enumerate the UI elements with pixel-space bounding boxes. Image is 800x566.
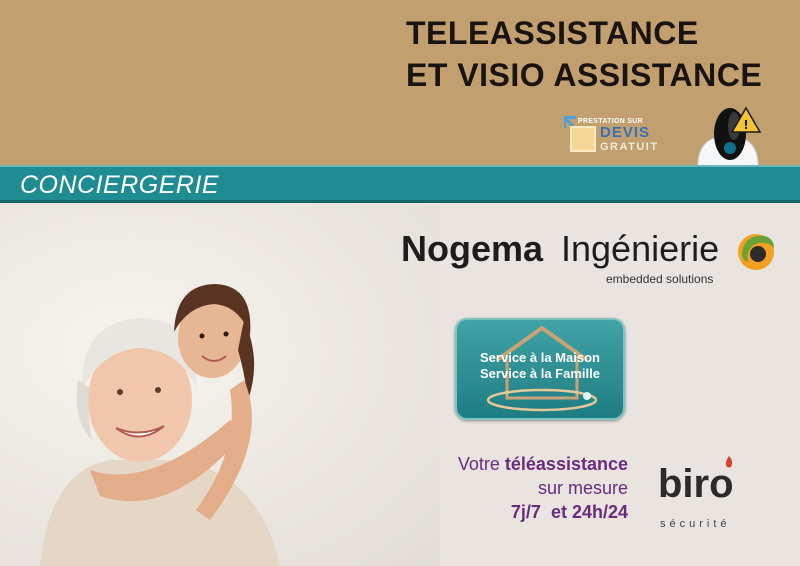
- promo-line-1: Votre téléassistance: [457, 454, 628, 474]
- flyer: TELEASSISTANCE ET VISIO ASSISTANCE PREST…: [0, 0, 800, 566]
- promo-line-2: sur mesure 7j/7 et 24h/24: [510, 478, 628, 522]
- grandmother-child-photo: [40, 284, 280, 566]
- flame-icon: [725, 456, 733, 468]
- title-line-2: ET VISIO ASSISTANCE: [406, 57, 763, 93]
- title-line-1: TELEASSISTANCE: [406, 15, 699, 51]
- section-band: CONCIERGERIE: [0, 165, 800, 203]
- nogema-tagline: embedded solutions: [606, 272, 714, 286]
- page-title: TELEASSISTANCE ET VISIO ASSISTANCE: [406, 12, 762, 96]
- biro-subtitle: sécurité: [660, 518, 731, 530]
- nogema-name: Nogema: [401, 228, 544, 269]
- nogema-ingenierie: Ingénierie: [561, 228, 720, 269]
- swirl-logo-icon: [738, 234, 774, 270]
- free-quote-badge: PRESTATION SUR DEVIS GRATUIT: [564, 114, 674, 162]
- badge-main-text: DEVIS: [600, 124, 651, 141]
- biro-name: biro: [658, 462, 734, 506]
- svg-text:!: !: [743, 118, 748, 132]
- concierge-label: CONCIERGERIE: [20, 171, 220, 199]
- promo-text: Votre téléassistance sur mesure 7j/7 et …: [420, 452, 628, 524]
- service-badge: Service à la Maison Service à la Famille: [455, 318, 625, 420]
- service-line-1: Service à la Maison: [480, 350, 600, 365]
- biro-logo: biro sécurité: [654, 456, 770, 536]
- service-line-2: Service à la Famille: [480, 366, 600, 381]
- promo-highlight-2: 7j/7 et 24h/24: [510, 502, 628, 522]
- promo-highlight-1: téléassistance: [504, 454, 628, 474]
- badge-bottom-text: GRATUIT: [600, 141, 659, 153]
- box-icon: [570, 126, 596, 152]
